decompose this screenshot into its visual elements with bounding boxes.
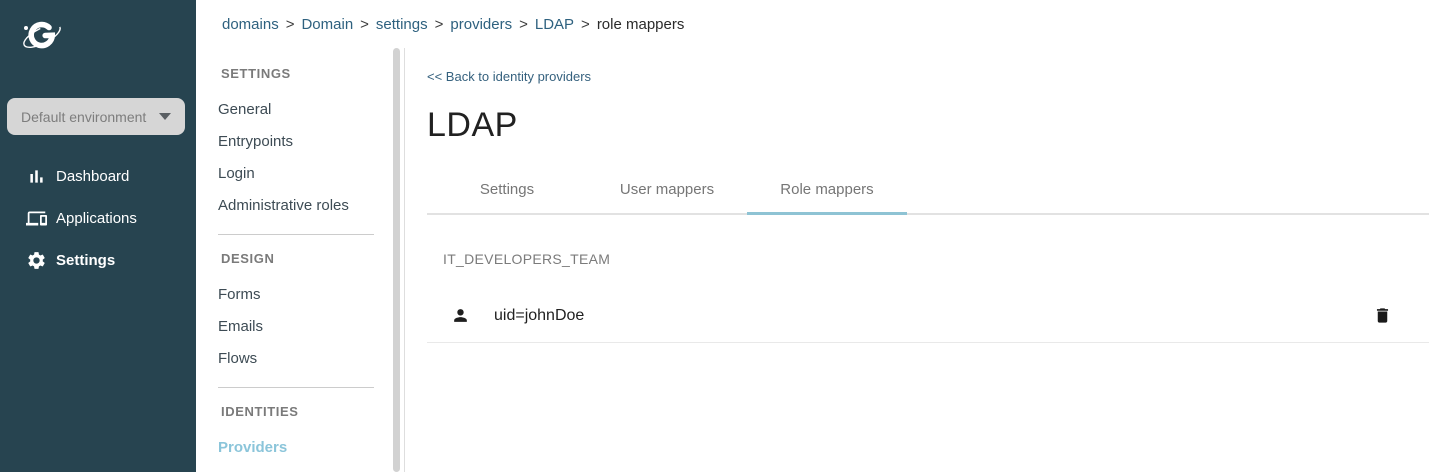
sidebar-item-providers[interactable]: Providers bbox=[196, 432, 404, 464]
sidebar-item-emails[interactable]: Emails bbox=[196, 311, 404, 343]
breadcrumb: domains > Domain > settings > providers … bbox=[196, 0, 1429, 48]
breadcrumb-separator: > bbox=[286, 16, 295, 33]
sidebar-item-flows[interactable]: Flows bbox=[196, 343, 404, 375]
sidebar-item-settings[interactable]: Settings bbox=[0, 239, 196, 281]
devices-icon bbox=[26, 208, 47, 229]
tab-user-mappers[interactable]: User mappers bbox=[587, 167, 747, 213]
primary-nav: Dashboard Applications Settings bbox=[0, 155, 196, 281]
breadcrumb-separator: > bbox=[435, 16, 444, 33]
breadcrumb-separator: > bbox=[519, 16, 528, 33]
sidebar-scrollbar[interactable] bbox=[393, 48, 400, 472]
breadcrumb-separator: > bbox=[360, 16, 369, 33]
role-mapper-user: uid=johnDoe bbox=[494, 307, 584, 325]
content-row: SETTINGS General Entrypoints Login Admin… bbox=[196, 48, 1429, 472]
trash-icon bbox=[1373, 313, 1392, 328]
environment-select-value: Default environment bbox=[21, 109, 146, 125]
sidebar-item-general[interactable]: General bbox=[196, 94, 404, 126]
sidebar-item-administrative-roles[interactable]: Administrative roles bbox=[196, 190, 404, 222]
primary-sidebar: Default environment Dashboard Applicatio… bbox=[0, 0, 196, 472]
breadcrumb-link-ldap[interactable]: LDAP bbox=[535, 16, 574, 33]
section-header-design: DESIGN bbox=[221, 251, 404, 266]
sidebar-item-label: Applications bbox=[56, 210, 137, 227]
gravitee-logo bbox=[16, 14, 68, 60]
gear-icon bbox=[26, 250, 47, 271]
sidebar-item-applications[interactable]: Applications bbox=[0, 197, 196, 239]
breadcrumb-current: role mappers bbox=[597, 16, 685, 33]
environment-select[interactable]: Default environment bbox=[7, 98, 185, 135]
role-group-name: IT_DEVELOPERS_TEAM bbox=[443, 251, 1429, 267]
sidebar-item-label: Dashboard bbox=[56, 168, 129, 185]
main-panel: << Back to identity providers LDAP Setti… bbox=[405, 48, 1429, 472]
right-column: domains > Domain > settings > providers … bbox=[196, 0, 1429, 472]
breadcrumb-link-domains[interactable]: domains bbox=[222, 16, 279, 33]
breadcrumb-link-domain[interactable]: Domain bbox=[301, 16, 353, 33]
role-mapper-row: uid=johnDoe bbox=[427, 289, 1429, 343]
tab-role-mappers[interactable]: Role mappers bbox=[747, 167, 907, 213]
breadcrumb-link-settings[interactable]: settings bbox=[376, 16, 428, 33]
sidebar-divider bbox=[218, 234, 374, 235]
sidebar-item-dashboard[interactable]: Dashboard bbox=[0, 155, 196, 197]
delete-role-mapper-button[interactable] bbox=[1373, 306, 1392, 325]
section-header-settings: SETTINGS bbox=[221, 66, 404, 81]
page-title: LDAP bbox=[427, 106, 1429, 145]
sidebar-divider bbox=[218, 387, 374, 388]
sidebar-item-login[interactable]: Login bbox=[196, 158, 404, 190]
tab-bar: Settings User mappers Role mappers bbox=[427, 167, 1429, 215]
back-to-identity-providers-link[interactable]: << Back to identity providers bbox=[427, 69, 591, 84]
breadcrumb-link-providers[interactable]: providers bbox=[450, 16, 512, 33]
tab-settings[interactable]: Settings bbox=[427, 167, 587, 213]
section-header-identities: IDENTITIES bbox=[221, 404, 404, 419]
breadcrumb-separator: > bbox=[581, 16, 590, 33]
settings-sidebar: SETTINGS General Entrypoints Login Admin… bbox=[196, 48, 405, 472]
bar-chart-icon bbox=[26, 166, 47, 187]
sidebar-item-forms[interactable]: Forms bbox=[196, 279, 404, 311]
sidebar-item-entrypoints[interactable]: Entrypoints bbox=[196, 126, 404, 158]
sidebar-item-label: Settings bbox=[56, 252, 115, 269]
person-icon bbox=[451, 306, 470, 325]
chevron-down-icon bbox=[159, 113, 171, 120]
app-root: Default environment Dashboard Applicatio… bbox=[0, 0, 1429, 472]
